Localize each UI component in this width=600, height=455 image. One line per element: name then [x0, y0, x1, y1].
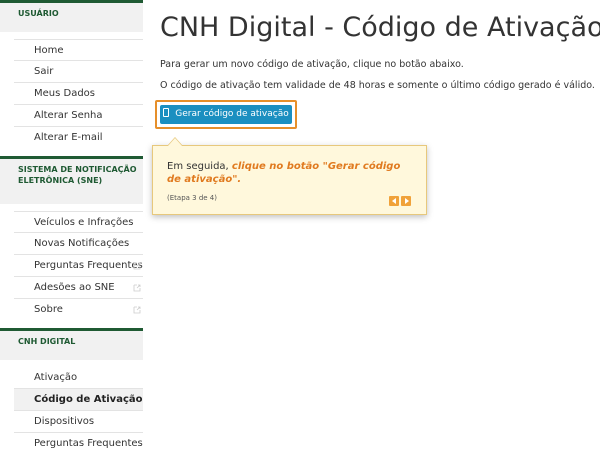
sidebar-item-label: Adesões ao SNE	[34, 282, 115, 293]
tooltip-step-indicator: (Etapa 3 de 4)	[167, 194, 217, 202]
tooltip-text-prefix: Em seguida,	[167, 161, 232, 172]
sidebar-item-label: Ativação	[34, 372, 78, 383]
tooltip-arrow	[167, 137, 183, 146]
sidebar-item-meus-dados[interactable]: Meus Dados	[14, 83, 143, 105]
external-link-icon	[133, 306, 141, 314]
sidebar-item-label: Código de Ativação	[34, 394, 143, 405]
sidebar-item-label: Sobre	[34, 304, 63, 315]
sidebar-item-label: Perguntas Frequentes	[34, 438, 143, 449]
sidebar-item-alterar-email[interactable]: Alterar E-mail	[14, 127, 143, 149]
sidebar-item-label: Alterar Senha	[34, 110, 103, 121]
instruction-text: Para gerar um novo código de ativação, c…	[160, 59, 464, 70]
highlight-frame: Gerar código de ativação	[155, 100, 297, 129]
sidebar-item-label: Perguntas Frequentes	[34, 260, 143, 271]
next-step-button[interactable]	[401, 196, 411, 206]
sidebar-item-ativacao[interactable]: Ativação	[14, 367, 143, 389]
sidebar-header-sne: SISTEMA DE NOTIFICAÇÃO ELETRÔNICA (SNE)	[0, 156, 143, 204]
sidebar-header-usuario: USUÁRIO	[0, 0, 143, 32]
tour-tooltip: Em seguida, clique no botão "Gerar códig…	[152, 137, 427, 215]
sidebar-item-alterar-senha[interactable]: Alterar Senha	[14, 105, 143, 127]
sidebar-item-dispositivos[interactable]: Dispositivos	[14, 411, 143, 433]
sidebar-header-cnh-digital: CNH DIGITAL	[0, 328, 143, 360]
sidebar-item-adesoes-sne[interactable]: Adesões ao SNE	[14, 277, 143, 299]
generate-code-button[interactable]: Gerar código de ativação	[160, 105, 292, 124]
sidebar-item-label: Sair	[34, 66, 54, 77]
sidebar-item-label: Meus Dados	[34, 88, 96, 99]
generate-code-button-label: Gerar código de ativação	[175, 109, 289, 119]
sidebar-item-novas-notificacoes[interactable]: Novas Notificações	[14, 233, 143, 255]
sidebar-item-home[interactable]: Home	[14, 39, 143, 61]
sidebar-item-sair[interactable]: Sair	[14, 61, 143, 83]
sidebar-item-label: Alterar E-mail	[34, 132, 103, 143]
tooltip-navigation	[387, 191, 411, 210]
page-title: CNH Digital - Código de Ativação	[160, 12, 600, 43]
sidebar-item-label: Home	[34, 45, 64, 56]
external-link-icon	[133, 284, 141, 292]
phone-icon	[163, 108, 170, 117]
sidebar-item-codigo-ativacao[interactable]: Código de Ativação	[14, 389, 143, 411]
sidebar-item-label: Dispositivos	[34, 416, 95, 427]
sidebar-item-sobre[interactable]: Sobre	[14, 299, 143, 321]
sidebar-item-label: Novas Notificações	[34, 238, 130, 249]
sidebar-item-perguntas-frequentes-sne[interactable]: Perguntas Frequentes	[14, 255, 143, 277]
sidebar-item-label: Veículos e Infrações	[34, 217, 134, 228]
external-link-icon	[133, 262, 141, 270]
sidebar-item-veiculos-infracoes[interactable]: Veículos e Infrações	[14, 211, 143, 233]
sidebar-item-perguntas-frequentes-cnh[interactable]: Perguntas Frequentes	[14, 433, 143, 455]
sidebar: USUÁRIO Home Sair Meus Dados Alterar Sen…	[0, 0, 143, 449]
validity-text: O código de ativação tem validade de 48 …	[160, 80, 595, 91]
previous-step-button[interactable]	[389, 196, 399, 206]
tooltip-message: Em seguida, clique no botão "Gerar códig…	[167, 160, 407, 186]
